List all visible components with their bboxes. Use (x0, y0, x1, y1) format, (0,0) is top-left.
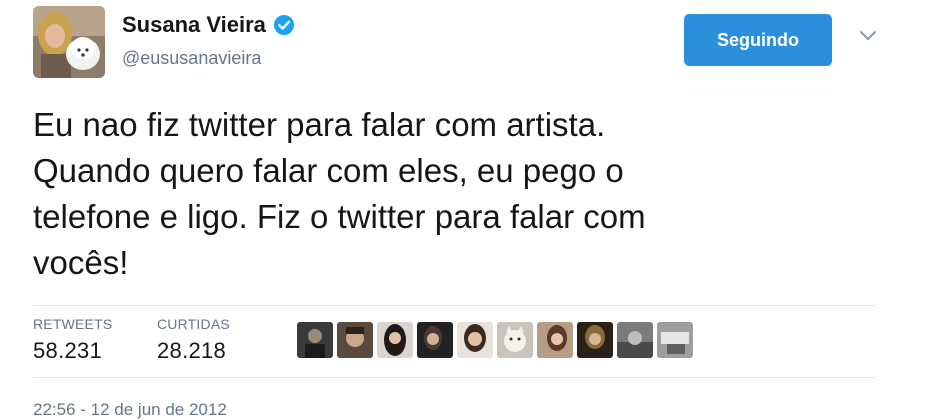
stats-top-divider (33, 305, 876, 306)
liker-avatar[interactable] (497, 322, 533, 358)
stats-bottom-divider (33, 377, 876, 378)
liker-avatar[interactable] (657, 322, 693, 358)
following-button[interactable]: Seguindo (684, 14, 832, 66)
author-name-row[interactable]: Susana Vieira (122, 12, 295, 38)
liker-avatar[interactable] (577, 322, 613, 358)
tweet-text: Eu nao fiz twitter para falar com artist… (33, 106, 646, 281)
tweet-card: Susana Vieira @eususanavieira Seguindo E… (0, 0, 930, 420)
author-name[interactable]: Susana Vieira (122, 12, 266, 38)
retweets-count: 58.231 (33, 338, 103, 363)
author-handle[interactable]: @eususanavieira (122, 48, 261, 69)
likes-stat[interactable]: CURTIDAS 28.218 (157, 316, 230, 364)
chevron-down-icon[interactable] (858, 28, 878, 44)
likes-count: 28.218 (157, 338, 227, 363)
liked-by-avatars (297, 322, 697, 358)
liker-avatar[interactable] (377, 322, 413, 358)
liker-avatar[interactable] (337, 322, 373, 358)
likes-label: CURTIDAS (157, 316, 230, 332)
retweets-label: RETWEETS (33, 316, 113, 332)
verified-badge-icon (273, 14, 295, 36)
liker-avatar[interactable] (617, 322, 653, 358)
tweet-timestamp[interactable]: 22:56 - 12 de jun de 2012 (33, 400, 227, 420)
avatar-image (33, 6, 105, 78)
liker-avatar[interactable] (417, 322, 453, 358)
avatar[interactable] (33, 6, 105, 78)
retweets-stat[interactable]: RETWEETS 58.231 (33, 316, 112, 364)
liker-avatar[interactable] (297, 322, 333, 358)
liker-avatar[interactable] (537, 322, 573, 358)
liker-avatar[interactable] (457, 322, 493, 358)
